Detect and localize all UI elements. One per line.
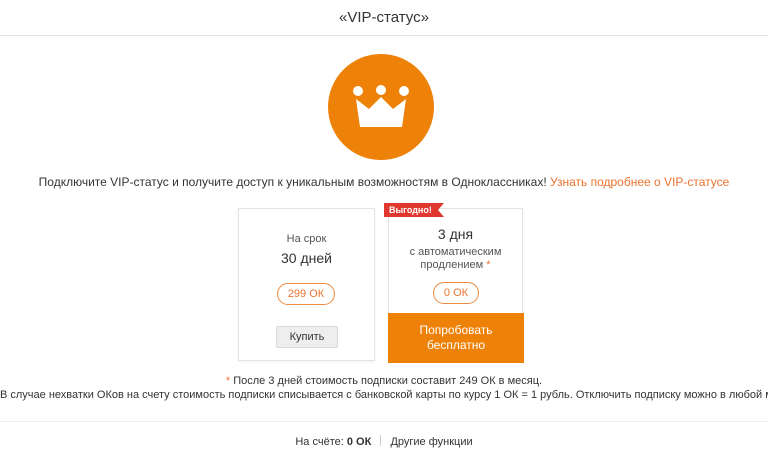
plan-card-trial: 3 дня с автоматическим продлением * 0 ОК… bbox=[388, 208, 524, 363]
try-free-line2: бесплатно bbox=[426, 338, 486, 352]
other-functions-link[interactable]: Другие функции bbox=[390, 436, 472, 448]
billing-note: В случае нехватки ОКов на счету стоимост… bbox=[0, 389, 768, 401]
best-deal-badge: Выгодно! bbox=[384, 203, 444, 217]
footer-separator bbox=[380, 435, 382, 446]
learn-more-link[interactable]: Узнать подробнее о VIP-статусе bbox=[550, 175, 729, 189]
plan-card-monthly: На срок 30 дней 299 ОК Купить bbox=[238, 208, 375, 361]
intro-description: Подключите VIP-статус и получите доступ … bbox=[38, 175, 551, 189]
trial-caption-text: продлением bbox=[420, 259, 484, 271]
note-line1: После 3 дней стоимость подписки составит… bbox=[230, 375, 543, 387]
trial-asterisk: * bbox=[486, 259, 491, 271]
price-note: * После 3 дней стоимость подписки состав… bbox=[0, 375, 768, 387]
footer-divider bbox=[0, 421, 768, 422]
plan-price: 299 ОК bbox=[277, 283, 335, 305]
balance-label: На счёте: bbox=[295, 436, 344, 448]
plan-caption: На срок bbox=[286, 233, 327, 245]
trial-price: 0 ОК bbox=[433, 282, 479, 304]
crown-icon bbox=[353, 85, 409, 127]
page-title: «VIP-статус» bbox=[339, 9, 429, 26]
vip-emblem bbox=[328, 54, 434, 160]
buy-button[interactable]: Купить bbox=[276, 326, 338, 348]
plan-period: 30 дней bbox=[281, 250, 332, 266]
trial-period: 3 дня bbox=[437, 226, 474, 242]
intro-text: Подключите VIP-статус и получите доступ … bbox=[0, 175, 768, 189]
page-header: «VIP-статус» bbox=[0, 0, 768, 36]
try-free-button[interactable]: Попробовать бесплатно bbox=[388, 313, 524, 363]
footer: На счёте: 0 ОК Другие функции bbox=[0, 435, 768, 448]
balance-value: 0 ОК bbox=[346, 436, 372, 448]
trial-caption-line1: с автоматическим bbox=[409, 246, 502, 258]
try-free-line1: Попробовать bbox=[419, 323, 493, 337]
trial-caption-line2: продлением * bbox=[389, 259, 522, 271]
